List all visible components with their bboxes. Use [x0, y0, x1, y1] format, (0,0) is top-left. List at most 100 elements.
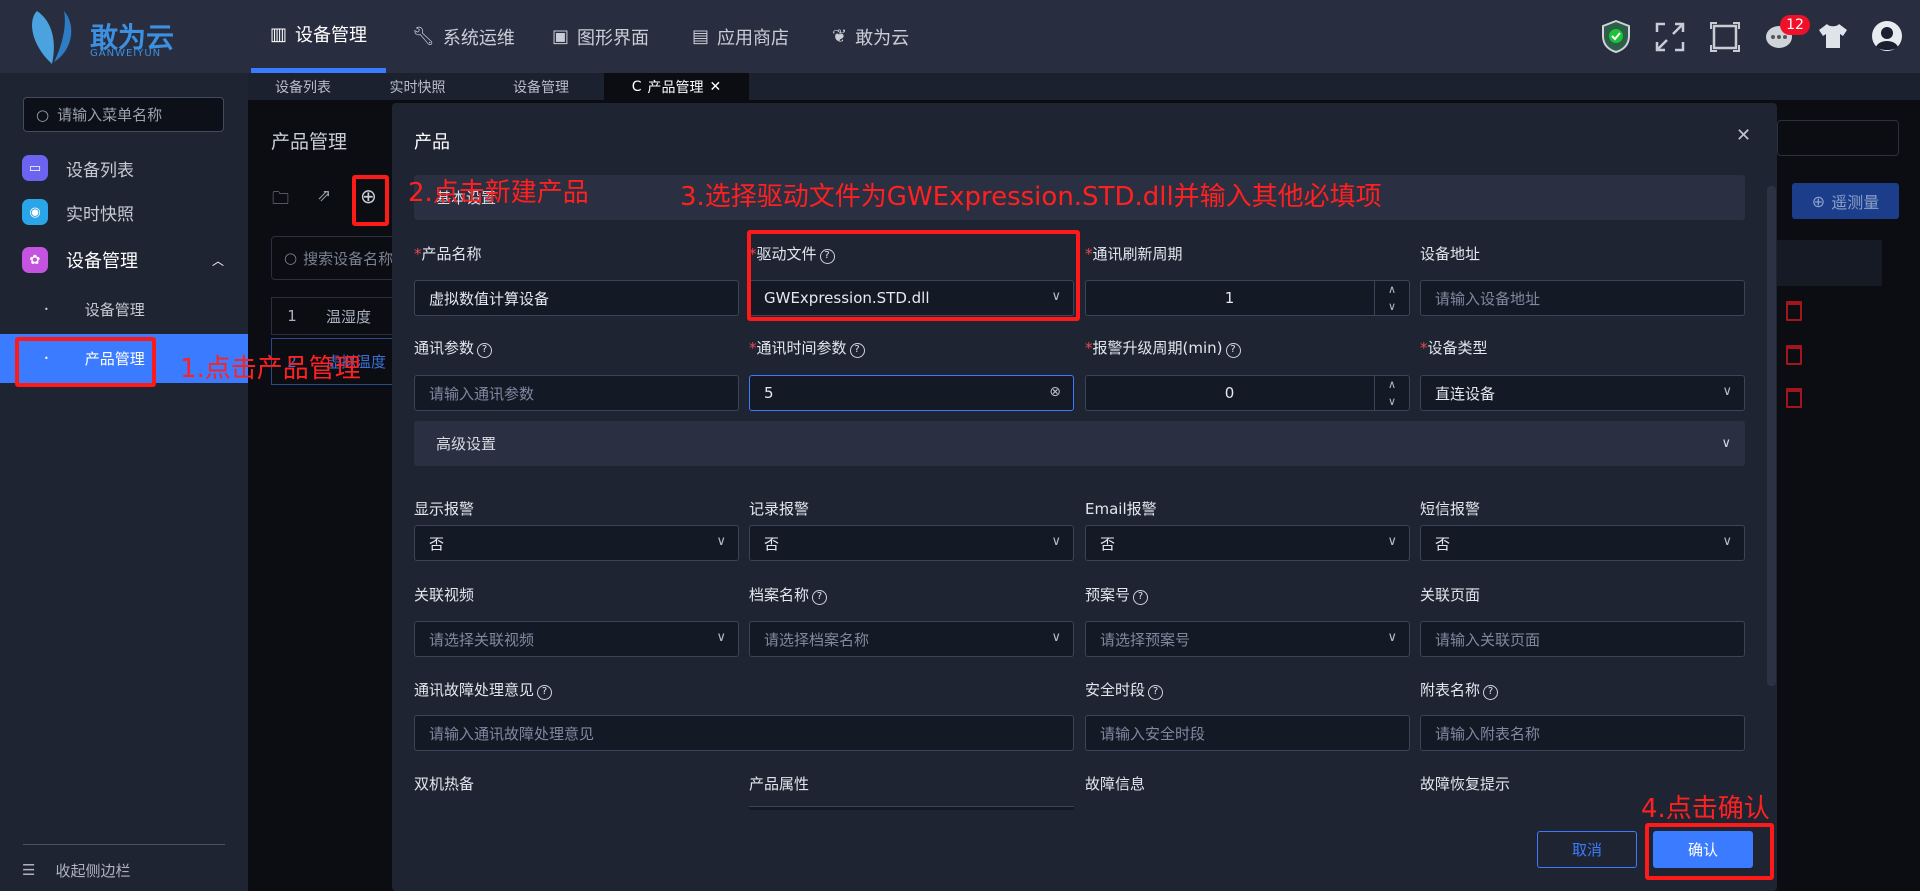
delete-icon[interactable]	[1786, 345, 1802, 365]
video-select[interactable]: 请选择关联视频 ∨	[414, 621, 739, 657]
tab-device-management[interactable]: 设备管理	[478, 73, 604, 100]
top-header: 敢为云 GANWEIYUN ▥ 设备管理 🔧︎ 系统运维 ▣ 图形界面 ▤ 应用商店 ❦…	[0, 0, 1920, 73]
search-placeholder: 请输入菜单名称	[57, 106, 163, 124]
sidebar-item-realtime-snapshot[interactable]: ◉ 实时快照	[0, 199, 248, 225]
annotation-box-step2	[352, 175, 389, 226]
sidebar-item-label: 实时快照	[66, 204, 134, 225]
annotation-step3: 3.选择驱动文件为GWExpression.STD.dll并输入其他必填项	[680, 182, 1382, 212]
text-span: 设备类型	[1427, 339, 1488, 357]
safe-time-input[interactable]: 请输入安全时段	[1085, 715, 1410, 751]
folder-icon[interactable]: 🗀︎	[272, 186, 289, 215]
device-address-input[interactable]: 请输入设备地址	[1420, 280, 1745, 316]
sidebar-item-device-list[interactable]: ▭ 设备列表	[0, 155, 248, 181]
email-alarm-select[interactable]: 否 ∨	[1085, 525, 1410, 561]
sidebar-subitem-device-management[interactable]: • 设备管理	[0, 296, 248, 322]
sidebar-divider	[23, 844, 225, 845]
field-label: *通讯刷新周期	[1085, 243, 1183, 264]
field-label: *产品名称	[414, 243, 482, 264]
annotation-step1: 1.点击产品管理	[180, 354, 361, 384]
security-shield-icon[interactable]	[1601, 20, 1631, 53]
close-tab-icon[interactable]: ✕	[710, 79, 722, 95]
plan-select[interactable]: 请选择预案号 ∨	[1085, 621, 1410, 657]
fault-opinion-input[interactable]: 请输入通讯故障处理意见	[414, 715, 1074, 751]
tab-product-management[interactable]: C 产品管理 ✕	[604, 73, 749, 100]
store-icon: ▤	[692, 26, 710, 47]
field-label: 关联视频	[414, 586, 475, 604]
show-alarm-select[interactable]: 否 ∨	[414, 525, 739, 561]
sidebar-item-device-management[interactable]: ✿ 设备管理 ︿	[0, 247, 248, 273]
export-icon[interactable]: ⇗	[317, 186, 331, 206]
tab-device-list[interactable]: 设备列表	[249, 73, 357, 100]
tab-realtime-snapshot[interactable]: 实时快照	[357, 73, 478, 100]
tab-label: 产品管理	[647, 79, 704, 96]
fullscreen-expand-icon[interactable]	[1655, 22, 1685, 52]
sidebar	[0, 73, 248, 891]
table-row[interactable]: 1 温湿度	[271, 297, 401, 335]
required-marker: *	[1085, 245, 1093, 263]
text-span	[1881, 27, 1893, 39]
comm-params-input[interactable]: 请输入通讯参数	[414, 375, 739, 411]
annotation-box-step4	[1645, 823, 1774, 880]
page-input[interactable]: 请输入关联页面	[1420, 621, 1745, 657]
field-label: 显示报警	[414, 500, 475, 518]
help-icon: ?	[849, 343, 865, 358]
theme-shirt-icon[interactable]	[1818, 23, 1848, 49]
comm-time-params-input[interactable]: 5 ⊗	[749, 375, 1074, 411]
sms-alarm-select[interactable]: 否 ∨	[1420, 525, 1745, 561]
window-maximize-icon[interactable]	[1710, 22, 1740, 52]
chevron-down-icon: ∨	[1387, 534, 1397, 549]
refresh-icon[interactable]: C	[632, 79, 642, 95]
alarm-upgrade-stepper[interactable]: 0 ∧ ∨	[1085, 375, 1410, 411]
field-label: 附表名称?	[1420, 679, 1499, 700]
help-icon: ?	[537, 685, 553, 700]
nav-graphics[interactable]: ▣ 图形界面	[540, 0, 661, 73]
search-icon: ○	[36, 105, 50, 124]
nav-app-store[interactable]: ▤ 应用商店	[680, 0, 801, 73]
nav-ganweiyun[interactable]: ❦ 敢为云	[820, 0, 921, 73]
monitor-icon: ▣	[552, 26, 570, 47]
grid-icon: ✿	[22, 247, 48, 273]
device-search-input[interactable]: ○ 搜索设备名称	[271, 236, 401, 280]
menu-search-input[interactable]: ○ 请输入菜单名称	[23, 97, 224, 132]
add-telemetry-button[interactable]: ⊕ 遥测量	[1792, 183, 1899, 219]
attach-table-input[interactable]: 请输入附表名称	[1420, 715, 1745, 751]
notification-badge: 12	[1780, 15, 1810, 35]
field-label: *设备类型	[1420, 337, 1488, 358]
nav-system-ops[interactable]: 🔧︎ 系统运维	[400, 0, 527, 73]
close-icon[interactable]: ✕	[1736, 125, 1751, 146]
archive-select[interactable]: 请选择档案名称 ∨	[749, 621, 1074, 657]
annotation-box-step3	[747, 230, 1080, 321]
refresh-period-stepper[interactable]: 1 ∧ ∨	[1085, 280, 1410, 316]
field-label: 故障恢复提示	[1420, 775, 1511, 793]
field-label: 关联页面	[1420, 586, 1481, 604]
required-marker: *	[1085, 339, 1093, 357]
advanced-settings-section[interactable]: 高级设置 ∨	[414, 421, 1745, 466]
nav-device-management[interactable]: ▥ 设备管理	[251, 0, 386, 73]
user-avatar[interactable]	[1871, 20, 1903, 52]
field-label: 故障信息	[1085, 775, 1146, 793]
text-span: 请选择档案名称	[764, 630, 870, 649]
collapse-sidebar-button[interactable]: ☰ 收起侧边栏	[0, 858, 248, 882]
product-attr-input[interactable]	[749, 806, 1074, 810]
right-search-input[interactable]	[1777, 120, 1899, 156]
nav-label: 图形界面	[577, 27, 650, 49]
search-icon: ○	[284, 249, 298, 267]
product-name-input[interactable]: 虚拟数值计算设备	[414, 280, 739, 316]
record-alarm-select[interactable]: 否 ∨	[749, 525, 1074, 561]
text-span: 否	[429, 534, 445, 553]
placeholder: 请输入通讯参数	[429, 384, 535, 403]
device-type-select[interactable]: 直连设备 ∨	[1420, 375, 1745, 411]
section-label: 高级设置	[436, 435, 497, 453]
stepper-arrows[interactable]: ∧ ∨	[1374, 281, 1409, 315]
wrench-icon: 🔧︎	[412, 26, 435, 47]
text-span	[54, 11, 72, 62]
delete-icon[interactable]	[1786, 301, 1802, 321]
scrollbar[interactable]	[1767, 186, 1776, 686]
monitor-icon: ▭	[22, 155, 48, 181]
cancel-button[interactable]: 取消	[1537, 831, 1637, 868]
clear-icon[interactable]: ⊗	[1049, 384, 1061, 400]
collapse-label: 收起侧边栏	[55, 861, 131, 880]
delete-icon[interactable]	[1786, 388, 1802, 408]
stepper-arrows[interactable]: ∧ ∨	[1374, 376, 1409, 410]
nav-label: 敢为云	[855, 27, 910, 49]
